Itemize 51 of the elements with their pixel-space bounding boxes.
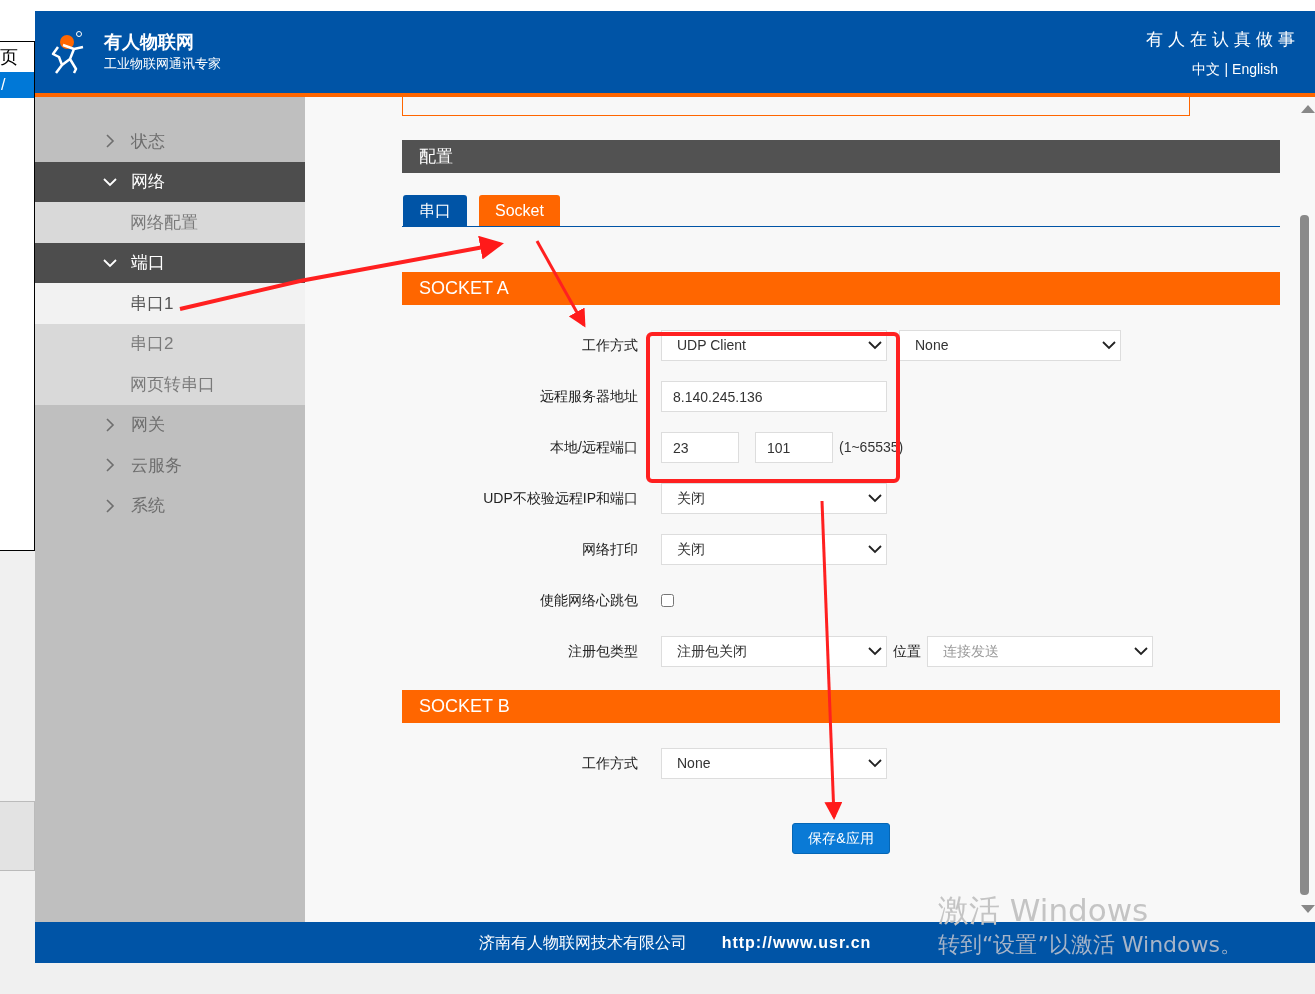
field-label: 注册包类型: [567, 642, 638, 661]
field-label: UDP不校验远程IP和端口: [482, 489, 638, 508]
field-label: 工作方式: [581, 754, 638, 773]
chevron-down-icon: [103, 257, 117, 268]
chevron-down-icon: [868, 494, 882, 503]
language-link[interactable]: 中文: [1192, 58, 1221, 80]
input-field[interactable]: 101: [755, 432, 833, 463]
field-label: 远程服务器地址: [539, 387, 638, 406]
chevron-down-icon: [103, 176, 117, 187]
dropdown: 连接发送: [927, 636, 1153, 667]
window-text: 页: [0, 45, 19, 69]
socket-header: SOCKET B: [402, 690, 1280, 723]
chevron-down-icon: [868, 759, 882, 768]
field-label: 本地/远程端口: [549, 438, 638, 457]
slogan: 有人在认真做事: [1146, 28, 1300, 51]
dropdown[interactable]: None: [661, 748, 887, 779]
sidebar-item[interactable]: 网络: [35, 161, 305, 202]
website-link[interactable]: http://www.usr.cn: [721, 930, 872, 955]
chevron-down-icon: [868, 341, 882, 350]
socket-header: SOCKET A: [402, 272, 1280, 305]
chevron-right-icon: [103, 458, 117, 473]
field-label: 网络打印: [581, 540, 638, 559]
company-name: 济南有人物联网技术有限公司: [478, 932, 687, 953]
chevron-right-icon: [103, 417, 117, 432]
logo-subtitle: 工业物联网通讯专家: [104, 55, 221, 73]
dropdown[interactable]: None: [899, 330, 1121, 361]
sidebar-item[interactable]: 端口: [35, 242, 305, 283]
save-button[interactable]: 保存&应用: [792, 823, 890, 854]
logo-title: 有人物联网: [104, 31, 195, 54]
section-header: 配置: [402, 140, 1280, 173]
dropdown[interactable]: 注册包关闭: [661, 636, 887, 667]
checkbox[interactable]: [661, 594, 674, 607]
dropdown[interactable]: 关闭: [661, 534, 887, 565]
chevron-down-icon: [1102, 341, 1116, 350]
chevron-down-icon: [868, 647, 882, 656]
input-field[interactable]: 23: [661, 432, 739, 463]
window-text: /: [0, 72, 34, 98]
field-label: 工作方式: [581, 336, 638, 355]
chevron-right-icon: [103, 498, 117, 513]
sidebar-subitem[interactable]: 串口1: [35, 283, 305, 324]
input-field[interactable]: 8.140.245.136: [661, 381, 887, 412]
chevron-down-icon: [1134, 647, 1148, 656]
chevron-down-icon: [868, 545, 882, 554]
field-label: 位置: [893, 642, 921, 661]
tab[interactable]: 串口: [403, 195, 467, 226]
activation-message: 转到“设置”以激活 Windows。: [938, 931, 1242, 959]
field-label: 使能网络心跳包: [539, 591, 638, 610]
dropdown[interactable]: 关闭: [661, 483, 887, 514]
chevron-right-icon: [103, 134, 117, 149]
language-link[interactable]: English: [1232, 58, 1278, 80]
separator: |: [1224, 59, 1229, 79]
